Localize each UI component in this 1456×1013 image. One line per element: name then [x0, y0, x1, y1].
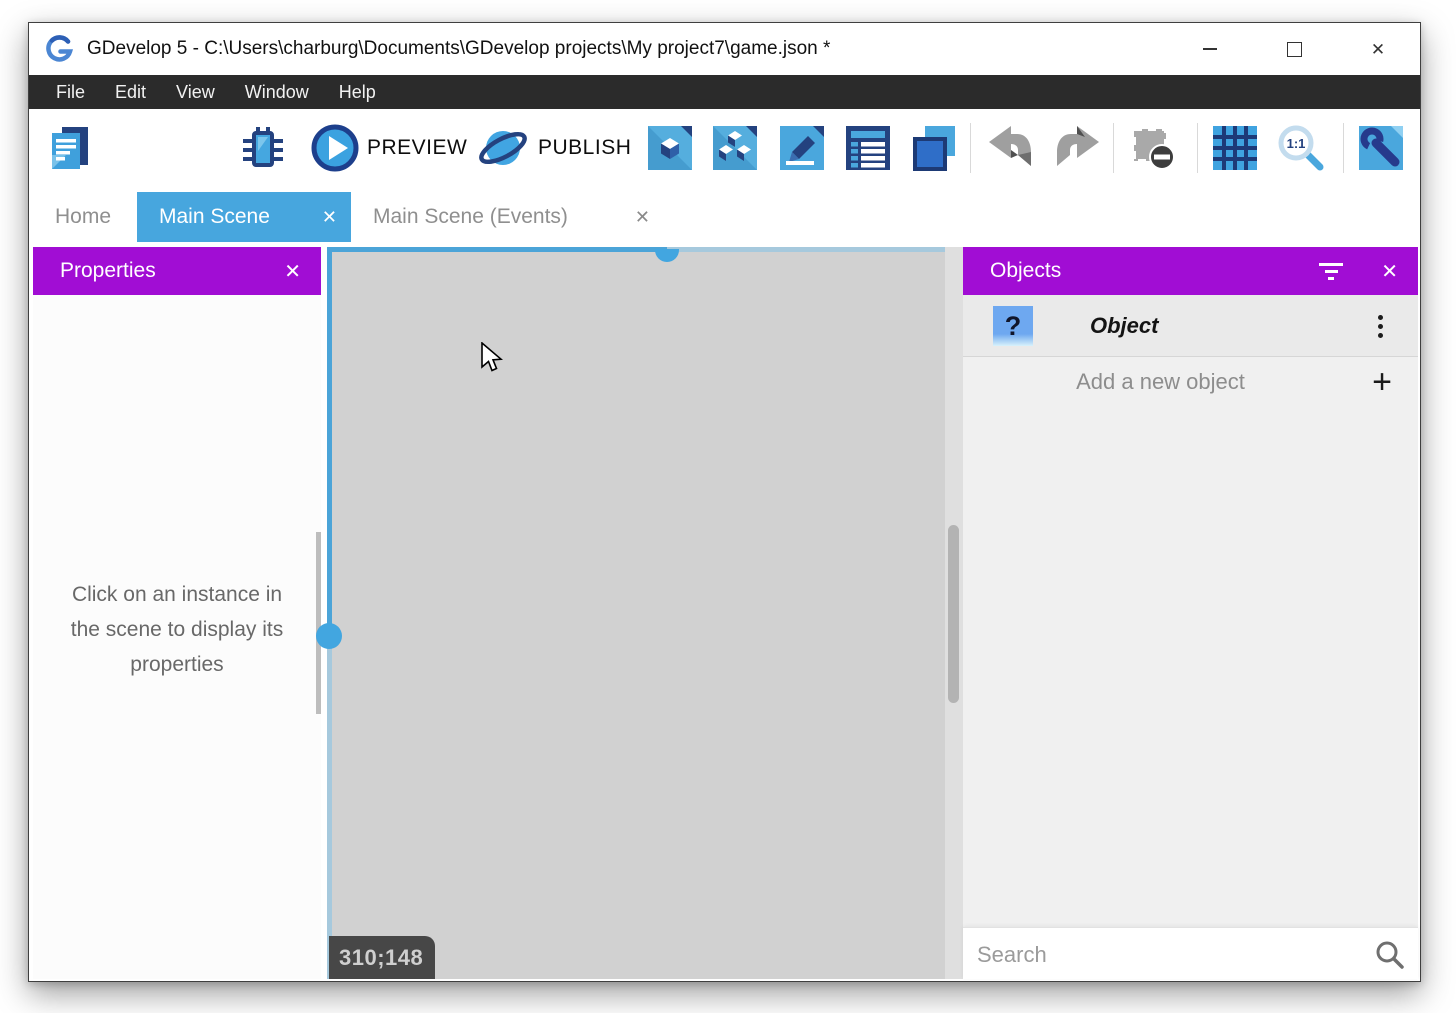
horizontal-scroll-thumb[interactable] [655, 249, 679, 262]
desktop: GDevelop 5 - C:\Users\charburg\Documents… [0, 0, 1456, 1013]
filter-icon[interactable] [1316, 247, 1346, 295]
tab-close-icon[interactable]: ✕ [635, 192, 650, 242]
toolbar-separator [1343, 123, 1344, 173]
object-menu-icon[interactable] [1370, 309, 1390, 343]
unknown-object-icon: ? [993, 306, 1033, 346]
instances-list-icon[interactable] [843, 123, 893, 173]
deselect-instances-icon[interactable] [1128, 123, 1178, 173]
preview-play-icon[interactable] [310, 123, 360, 173]
menu-file[interactable]: File [41, 75, 100, 109]
vertical-scroll-thumb[interactable] [316, 623, 342, 649]
objects-panel-title: Objects [990, 259, 1061, 283]
properties-scrollbar[interactable] [316, 532, 321, 714]
menu-edit[interactable]: Edit [100, 75, 161, 109]
properties-panel-header: Properties ✕ [33, 247, 321, 295]
properties-panel-title: Properties [60, 259, 156, 283]
undo-icon[interactable] [985, 123, 1035, 173]
minimize-button[interactable] [1168, 23, 1252, 75]
canvas-horizontal-scrollbar[interactable] [327, 247, 945, 252]
mouse-cursor [480, 342, 504, 374]
maximize-icon [1287, 42, 1302, 57]
tab-label: Main Scene [159, 205, 270, 229]
edit-object-groups-icon[interactable] [710, 123, 760, 173]
add-object-row[interactable]: Add a new object + [963, 357, 1418, 407]
canvas-vertical-scrollbar[interactable] [327, 247, 332, 979]
maximize-button[interactable] [1252, 23, 1336, 75]
app-window: GDevelop 5 - C:\Users\charburg\Documents… [28, 22, 1421, 982]
objects-panel: Objects ✕ ? Object Add a new object + [963, 247, 1418, 979]
window-title: GDevelop 5 - C:\Users\charburg\Documents… [87, 23, 830, 75]
publish-button[interactable]: PUBLISH [538, 109, 631, 187]
middle-scrollbar-track[interactable] [945, 247, 963, 979]
layers-icon[interactable] [910, 123, 960, 173]
plus-icon[interactable]: + [1372, 357, 1392, 407]
toolbar-separator [1197, 123, 1198, 173]
close-panel-icon[interactable]: ✕ [284, 247, 301, 295]
project-manager-icon[interactable] [45, 123, 95, 173]
menu-view[interactable]: View [161, 75, 230, 109]
menu-bar: File Edit View Window Help [29, 75, 1420, 109]
middle-scrollbar-thumb[interactable] [948, 525, 959, 703]
close-panel-icon[interactable]: ✕ [1381, 247, 1398, 295]
editor-content: Properties ✕ Click on an instance in the… [29, 242, 1420, 979]
properties-empty-message: Click on an instance in the scene to dis… [33, 577, 321, 682]
gdevelop-logo-icon [45, 35, 73, 63]
window-controls: ✕ [1168, 23, 1420, 75]
toggle-grid-icon[interactable] [1210, 123, 1260, 173]
tab-home[interactable]: Home [39, 192, 127, 242]
toolbar-separator [970, 123, 971, 173]
redo-icon[interactable] [1053, 123, 1103, 173]
close-icon: ✕ [1371, 41, 1385, 58]
preview-button[interactable]: PREVIEW [367, 109, 467, 187]
open-settings-icon[interactable] [1356, 123, 1406, 173]
tab-main-scene[interactable]: Main Scene ✕ [137, 192, 351, 242]
search-input[interactable] [963, 928, 1374, 981]
object-list-item[interactable]: ? Object [963, 295, 1418, 357]
cursor-coordinates-badge: 310;148 [329, 936, 435, 979]
tab-label: Main Scene (Events) [373, 205, 568, 229]
tab-main-scene-events[interactable]: Main Scene (Events) ✕ [351, 192, 665, 242]
toolbar: PREVIEW PUBLISH [29, 109, 1420, 187]
debugger-icon[interactable] [238, 123, 288, 173]
title-bar[interactable]: GDevelop 5 - C:\Users\charburg\Documents… [29, 23, 1420, 75]
tab-bar: Home Main Scene ✕ Main Scene (Events) ✕ [29, 187, 1420, 242]
menu-window[interactable]: Window [230, 75, 324, 109]
toolbar-separator [1113, 123, 1114, 173]
add-object-label: Add a new object [963, 357, 1358, 407]
publish-globe-icon[interactable] [478, 123, 528, 173]
objects-search-bar [963, 927, 1418, 979]
zoom-ratio-label: 1:1 [1287, 136, 1306, 151]
menu-help[interactable]: Help [324, 75, 391, 109]
edit-scene-properties-icon[interactable] [777, 123, 827, 173]
minimize-icon [1203, 48, 1217, 50]
properties-panel: Properties ✕ Click on an instance in the… [33, 247, 321, 979]
edit-objects-icon[interactable] [645, 123, 695, 173]
objects-panel-header: Objects ✕ [963, 247, 1418, 295]
scene-canvas[interactable]: 310;148 [327, 247, 945, 979]
object-name: Object [1090, 295, 1158, 357]
tab-close-icon[interactable]: ✕ [322, 192, 337, 242]
zoom-original-icon[interactable]: 1:1 [1276, 123, 1326, 173]
close-button[interactable]: ✕ [1336, 23, 1420, 75]
search-icon[interactable] [1374, 939, 1404, 969]
tab-label: Home [55, 205, 111, 229]
